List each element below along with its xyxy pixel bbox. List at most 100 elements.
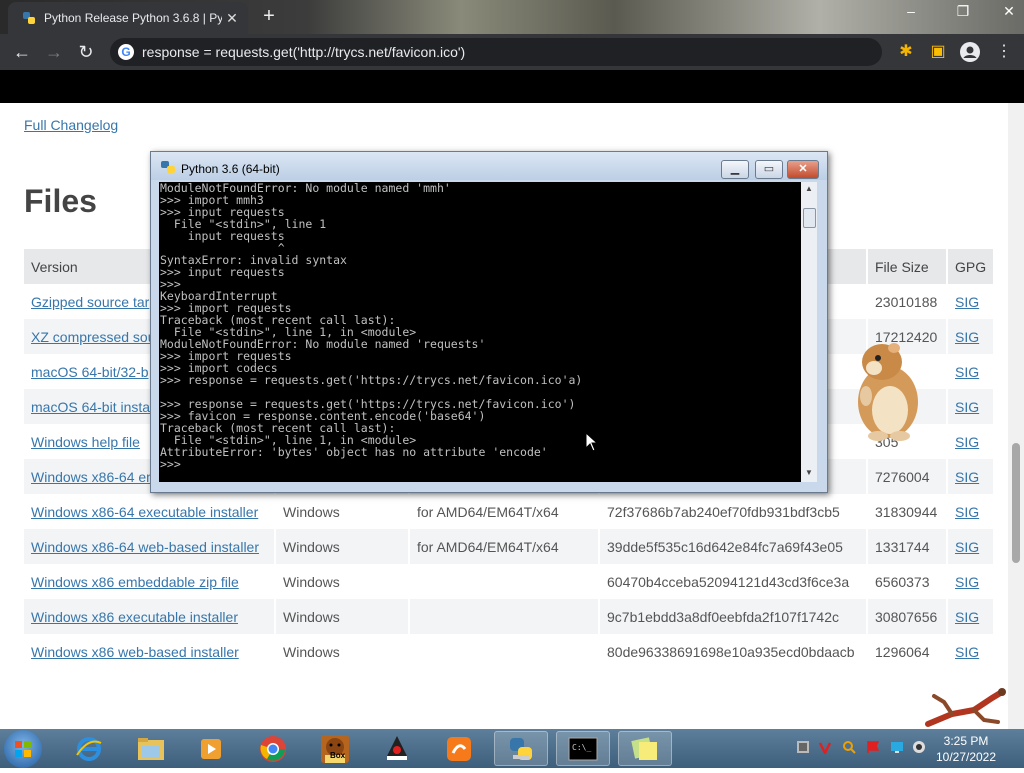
table-cell: 23010188 — [867, 284, 948, 319]
console-scrollbar-thumb[interactable] — [803, 208, 816, 228]
sig-link[interactable]: SIG — [947, 284, 996, 319]
page-scrollbar-thumb[interactable] — [1012, 443, 1020, 563]
table-cell: 7276004 — [867, 459, 948, 494]
taskbar-media-player[interactable] — [184, 731, 238, 766]
console-scrollbar[interactable]: ▲ ▼ — [801, 182, 817, 482]
taskbar-explorer[interactable] — [124, 731, 178, 766]
taskbar: Box C:\_ 3:25 PM 10/27/2022 — [0, 729, 1024, 768]
console-maximize-icon[interactable]: ▭ — [755, 160, 783, 179]
column-header: File Size — [867, 249, 948, 284]
file-link[interactable]: Windows x86-64 executable installer — [24, 494, 276, 529]
tray-display-icon[interactable] — [890, 740, 904, 754]
table-cell: 1331744 — [867, 529, 948, 564]
taskbar-python[interactable] — [494, 731, 548, 766]
sig-link[interactable]: SIG — [947, 319, 996, 354]
taskbar-uc-browser[interactable] — [432, 731, 486, 766]
table-cell: Windows — [275, 599, 410, 634]
sig-link[interactable]: SIG — [947, 389, 996, 424]
java-duke-icon — [387, 735, 407, 760]
taskbar-java[interactable] — [370, 731, 424, 766]
sig-link[interactable]: SIG — [947, 424, 996, 459]
browser-tab-bar: Python Release Python 3.6.8 | Py ✕ + – ❐… — [0, 0, 1024, 34]
taskbar-sticky-notes[interactable] — [618, 731, 672, 766]
table-cell — [409, 564, 600, 599]
table-cell: Windows — [275, 634, 410, 669]
table-cell: 9c7b1ebdd3a8df0eebfda2f107f1742c — [599, 599, 868, 634]
side-panel-icon[interactable]: ▣ — [928, 42, 948, 62]
table-cell — [409, 634, 600, 669]
file-link[interactable]: Windows x86 web-based installer — [24, 634, 276, 669]
svg-text:C:\_: C:\_ — [572, 743, 591, 752]
folder-icon — [138, 737, 164, 760]
taskbar-cmd[interactable]: C:\_ — [556, 731, 610, 766]
sig-link[interactable]: SIG — [947, 564, 996, 599]
full-changelog-link[interactable]: Full Changelog — [24, 117, 118, 133]
table-row: Windows x86-64 web-based installer Window… — [24, 529, 996, 564]
python-icon — [23, 12, 35, 24]
file-link[interactable]: Windows x86-64 web-based installer — [24, 529, 276, 564]
taskbar-box-game[interactable]: Box — [308, 731, 362, 766]
table-row: Windows x86 embeddable zip file Windows 60… — [24, 564, 996, 599]
restore-icon[interactable]: ❐ — [952, 0, 974, 22]
media-player-icon — [201, 738, 221, 759]
sig-link[interactable]: SIG — [947, 634, 996, 669]
console-minimize-icon[interactable]: ▁ — [721, 160, 749, 179]
browser-toolbar: ← → ↻ G response = requests.get('http://… — [0, 34, 1024, 70]
chrome-icon — [260, 735, 286, 762]
sticky-notes-icon — [631, 736, 657, 760]
table-cell: Windows — [275, 564, 410, 599]
sig-link[interactable]: SIG — [947, 459, 996, 494]
console-output[interactable]: ModuleNotFoundError: No module named 'mm… — [159, 182, 801, 482]
table-cell — [409, 599, 600, 634]
page-scrollbar[interactable] — [1008, 103, 1024, 729]
console-close-icon[interactable]: ✕ — [787, 160, 819, 179]
new-tab-icon[interactable]: + — [258, 6, 280, 28]
table-cell: 80de96338691698e10a935ecd0bdaacb — [599, 634, 868, 669]
browser-tab[interactable]: Python Release Python 3.6.8 | Py ✕ — [8, 2, 248, 34]
tray-check-icon[interactable] — [818, 740, 832, 754]
console-scroll-down-icon[interactable]: ▼ — [801, 468, 817, 477]
sig-link[interactable]: SIG — [947, 529, 996, 564]
console-title: Python 3.6 (64-bit) — [181, 162, 280, 176]
forward-icon[interactable]: → — [42, 40, 66, 64]
table-row: Windows x86 executable installer Windows 9… — [24, 599, 996, 634]
python-console-window[interactable]: Python 3.6 (64-bit) ▁ ▭ ✕ ModuleNotFound… — [150, 151, 828, 493]
hamster-image — [858, 343, 918, 441]
console-text: ModuleNotFoundError: No module named 'mm… — [160, 182, 583, 471]
taskbar-clock[interactable]: 3:25 PM 10/27/2022 — [930, 733, 1002, 765]
file-link[interactable]: Windows x86 executable installer — [24, 599, 276, 634]
file-link[interactable]: Windows x86 embeddable zip file — [24, 564, 276, 599]
sig-link[interactable]: SIG — [947, 494, 996, 529]
profile-icon[interactable] — [960, 42, 980, 62]
taskbar-ie[interactable] — [62, 731, 116, 766]
console-title-bar[interactable]: Python 3.6 (64-bit) ▁ ▭ ✕ — [151, 152, 827, 180]
dancer-image — [925, 688, 1006, 727]
window-close-icon[interactable]: ✕ — [998, 0, 1020, 22]
reload-icon[interactable]: ↻ — [74, 40, 98, 64]
tray-search-icon[interactable] — [842, 740, 856, 754]
sig-link[interactable]: SIG — [947, 599, 996, 634]
internet-explorer-icon — [76, 736, 102, 761]
column-header: GPG — [947, 249, 996, 284]
start-button[interactable] — [4, 730, 42, 768]
extensions-icon[interactable]: ✱ — [896, 42, 916, 62]
address-text[interactable]: response = requests.get('http://trycs.ne… — [142, 44, 465, 60]
menu-icon[interactable]: ⋮ — [994, 42, 1014, 62]
table-cell: for AMD64/EM64T/x64 — [409, 494, 600, 529]
python-icon — [510, 737, 532, 760]
console-scroll-up-icon[interactable]: ▲ — [801, 184, 817, 193]
back-icon[interactable]: ← — [10, 40, 34, 64]
uc-browser-icon — [447, 736, 471, 761]
address-bar[interactable]: G response = requests.get('http://trycs.… — [110, 38, 882, 66]
tray-flag-icon[interactable] — [866, 740, 880, 754]
minimize-icon[interactable]: – — [900, 0, 922, 22]
mouse-cursor-icon — [585, 432, 599, 452]
taskbar-chrome[interactable] — [246, 731, 300, 766]
clock-time: 3:25 PM — [943, 734, 989, 748]
tray-volume-icon[interactable] — [912, 740, 926, 754]
table-cell: 6560373 — [867, 564, 948, 599]
tray-app-icon[interactable] — [796, 740, 810, 754]
windows-logo-icon — [15, 741, 31, 757]
sig-link[interactable]: SIG — [947, 354, 996, 389]
tab-close-icon[interactable]: ✕ — [222, 10, 242, 27]
